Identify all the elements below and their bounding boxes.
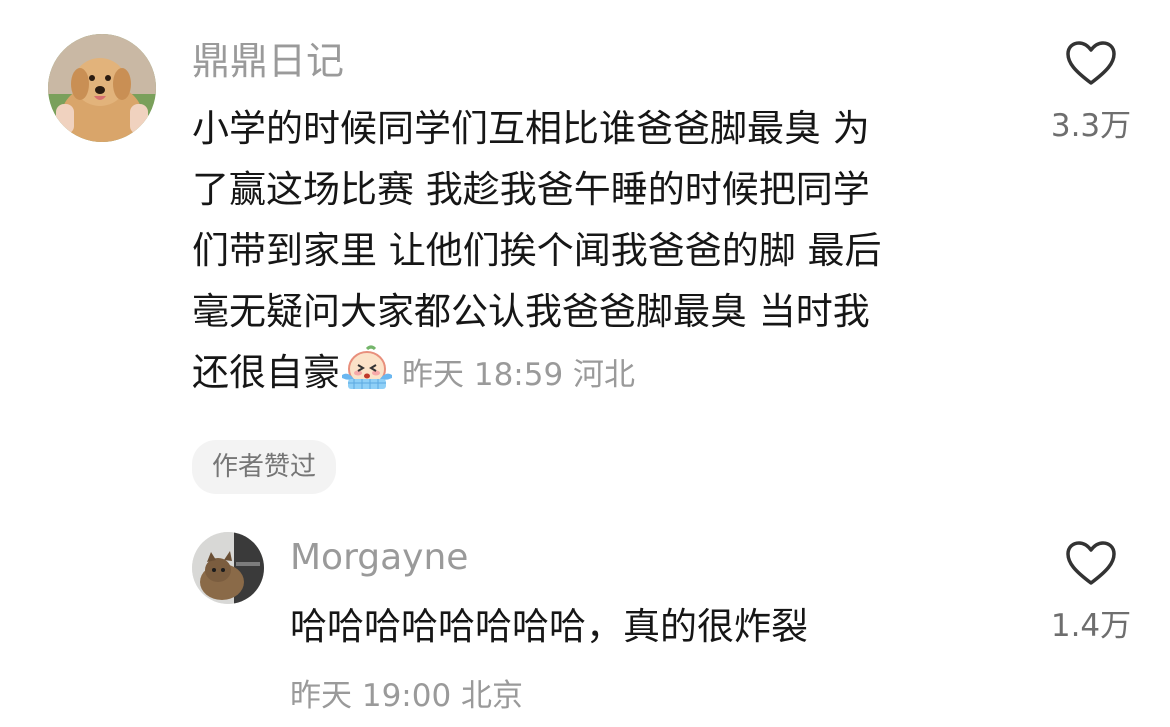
comment-text-last-line: 还很自豪 昨天 18:59 河北 xyxy=(192,342,1012,406)
comment-text-line: 小学的时候同学们互相比谁爸爸脚最臭 为 xyxy=(192,107,870,150)
comment-meta: 昨天 18:59 河北 xyxy=(402,357,636,393)
avatar[interactable] xyxy=(192,532,264,604)
comment-text-line: 还很自豪 xyxy=(192,351,340,394)
comment-text: 小学的时候同学们互相比谁爸爸脚最臭 为 了赢这场比赛 我趁我爸午睡的时候把同学 … xyxy=(192,98,1012,406)
username[interactable]: Morgayne xyxy=(290,534,468,582)
comment-text-line: 毫无疑问大家都公认我爸爸脚最臭 当时我 xyxy=(192,290,870,333)
cat-avatar-image xyxy=(192,532,264,604)
heart-outline-icon[interactable] xyxy=(1065,540,1117,586)
comment-text-line: 了赢这场比赛 我趁我爸午睡的时候把同学 xyxy=(192,168,870,211)
username[interactable]: 鼎鼎日记 xyxy=(192,36,344,86)
like-count: 1.4万 xyxy=(1050,608,1132,644)
reply-meta: 昨天 19:00 北京 xyxy=(290,678,524,714)
like-button[interactable]: 1.4万 xyxy=(1036,540,1146,645)
reply-text: 哈哈哈哈哈哈哈哈，真的很炸裂 xyxy=(290,605,808,648)
reply-item[interactable]: Morgayne 哈哈哈哈哈哈哈哈，真的很炸裂 昨天 19:00 北京 1.4万 xyxy=(0,520,1170,727)
comment-text-line: 们带到家里 让他们挨个闻我爸爸的脚 最后 xyxy=(192,229,882,272)
comment-item[interactable]: 鼎鼎日记 小学的时候同学们互相比谁爸爸脚最臭 为 了赢这场比赛 我趁我爸午睡的时… xyxy=(0,0,1170,520)
crying-face-emoji-icon xyxy=(340,345,394,391)
like-count: 3.3万 xyxy=(1050,108,1132,144)
like-button[interactable]: 3.3万 xyxy=(1036,40,1146,145)
dog-avatar-image xyxy=(48,34,156,142)
avatar[interactable] xyxy=(48,34,156,142)
author-liked-badge: 作者赞过 xyxy=(192,440,337,494)
heart-outline-icon[interactable] xyxy=(1065,40,1117,86)
